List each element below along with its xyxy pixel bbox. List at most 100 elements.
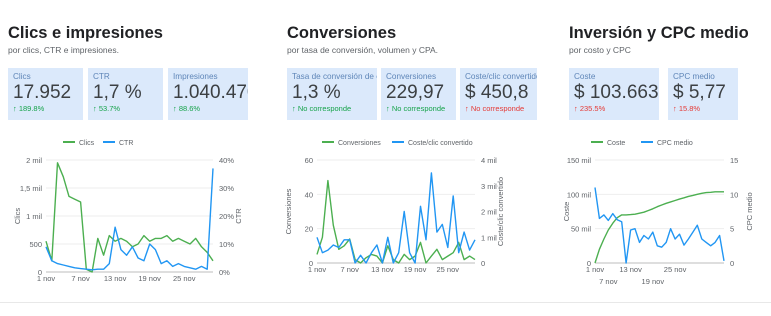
y2-tick-label: 0: [481, 259, 485, 268]
scorecard-value: $ 103.663: [574, 82, 659, 103]
legend-label[interactable]: Coste: [607, 140, 625, 147]
scorecard-value: 1.040.470: [173, 82, 248, 103]
y-tick-label: 500: [29, 240, 42, 249]
scorecard-label: CTR: [93, 72, 110, 81]
y2-tick-label: 40%: [219, 156, 234, 165]
scorecard-label: Conversiones: [386, 72, 437, 81]
scorecard-impresiones[interactable]: Impresiones 1.040.470 ↑ 88.6%: [168, 68, 248, 120]
panel-title: Conversiones: [287, 24, 397, 42]
panel-clicks-impressions: Clics e impresiones por clics, CTR e imp…: [8, 0, 248, 300]
scorecard-value: 1,7 %: [93, 82, 142, 103]
chart-conversions-cpa[interactable]: 020406001 mil2 mil3 mil4 mil1 nov 7 nov 13…: [284, 130, 537, 290]
legend-label[interactable]: CTR: [119, 140, 133, 147]
x-tick-label: 13 nov: [371, 265, 394, 274]
scorecard-label: CPC medio: [673, 72, 715, 81]
x-tick-label: 19 nov: [404, 265, 427, 274]
y2-tick-label: 20%: [219, 212, 234, 221]
y2-tick-label: 3 mil: [481, 182, 497, 191]
scorecard-label: Coste/clic convertido: [465, 72, 537, 81]
y-axis-title: Coste: [562, 202, 571, 222]
x-tick-label: 19 nov: [642, 277, 665, 286]
y2-axis-title: Coste/clic convertido: [496, 177, 505, 246]
x-tick-label: 7 nov: [599, 277, 618, 286]
scorecard-value: $ 5,77: [673, 82, 726, 103]
y-tick-label: 150 mil: [567, 156, 592, 165]
y2-axis-title: CPC medio: [745, 192, 754, 230]
scorecard-change: ↑ No corresponde: [292, 104, 352, 113]
scorecard-clics[interactable]: Clics 17.952 ↑ 189.8%: [8, 68, 83, 120]
y2-tick-label: 10%: [219, 240, 234, 249]
x-tick-label: 25 nov: [436, 265, 459, 274]
legend-label[interactable]: Clics: [79, 140, 95, 147]
x-tick-label: 1 nov: [586, 265, 605, 274]
y2-tick-label: 30%: [219, 184, 234, 193]
x-tick-label: 7 nov: [71, 274, 90, 283]
y-tick-label: 1 mil: [26, 212, 42, 221]
panel-title: Clics e impresiones: [8, 24, 163, 42]
scorecard-change: ↑ No corresponde: [465, 104, 525, 113]
scorecard-conversions[interactable]: Conversiones 229,97 ↑ No corresponde: [381, 68, 456, 120]
y2-tick-label: 0%: [219, 268, 230, 277]
scorecard-change: ↑ 235.5%: [574, 104, 606, 113]
y2-tick-label: 0: [730, 259, 734, 268]
y-tick-label: 100 mil: [567, 190, 592, 199]
scorecard-label: Clics: [13, 72, 31, 81]
y2-axis-title: CTR: [234, 208, 243, 224]
scorecard-change: ↑ 88.6%: [173, 104, 201, 113]
scorecard-change: ↑ 53.7%: [93, 104, 121, 113]
y-axis-title: Conversiones: [284, 188, 293, 234]
scorecard-value: 229,97: [386, 82, 445, 103]
scorecard-ctr[interactable]: CTR 1,7 % ↑ 53.7%: [88, 68, 163, 120]
x-tick-label: 13 nov: [104, 274, 127, 283]
scorecard-value: $ 450,8: [465, 82, 529, 103]
y2-tick-label: 5: [730, 225, 734, 234]
series-line-clics[interactable]: [45, 162, 214, 273]
panel-title: Inversión y CPC medio: [569, 24, 749, 42]
chart-clicks-ctr[interactable]: 05001 mil1,5 mil2 mil0%10%20%30%40%1 nov…: [8, 130, 248, 290]
series-line-coste-clic-convertido[interactable]: [316, 172, 476, 264]
scorecard-cost[interactable]: Coste $ 103.663 ↑ 235.5%: [569, 68, 659, 120]
scorecard-label: Impresiones: [173, 72, 218, 81]
series-line-ctr[interactable]: [45, 168, 214, 271]
x-tick-label: 7 nov: [341, 265, 360, 274]
scorecard-cost-per-conversion[interactable]: Coste/clic convertido $ 450,8 ↑ No corre…: [460, 68, 537, 120]
y-tick-label: 60: [305, 156, 313, 165]
panel-conversions: Conversiones por tasa de conversión, vol…: [284, 0, 537, 300]
y-axis-title: Clics: [13, 208, 22, 224]
scorecard-label: Tasa de conversión de clics: [292, 72, 377, 81]
scorecard-avg-cpc[interactable]: CPC medio $ 5,77 ↑ 15.8%: [668, 68, 738, 120]
x-tick-label: 19 nov: [138, 274, 161, 283]
y2-tick-label: 4 mil: [481, 156, 497, 165]
series-line-conversiones[interactable]: [316, 179, 476, 264]
scorecard-change: ↑ No corresponde: [386, 104, 446, 113]
scorecard-conversion-rate[interactable]: Tasa de conversión de clics 1,3 % ↑ No c…: [287, 68, 377, 120]
x-tick-label: 1 nov: [308, 265, 327, 274]
series-line-coste[interactable]: [594, 191, 724, 264]
bottom-divider: [0, 302, 771, 303]
chart-cost-cpc[interactable]: 050 mil100 mil150 mil0510151 nov7 nov13 …: [562, 130, 759, 290]
y2-tick-label: 10: [730, 190, 738, 199]
scorecard-label: Coste: [574, 72, 596, 81]
scorecard-change: ↑ 189.8%: [13, 104, 45, 113]
y2-tick-label: 15: [730, 156, 738, 165]
x-tick-label: 1 nov: [37, 274, 56, 283]
series-line-cpc-medio[interactable]: [594, 187, 725, 264]
x-tick-label: 25 nov: [664, 265, 687, 274]
y-tick-label: 2 mil: [26, 156, 42, 165]
panel-subtitle: por costo y CPC: [569, 45, 631, 55]
legend-label[interactable]: Conversiones: [338, 140, 381, 147]
legend-label[interactable]: Coste/clic convertido: [408, 140, 473, 147]
panel-subtitle: por tasa de conversión, volumen y CPA.: [287, 45, 439, 55]
panel-subtitle: por clics, CTR e impresiones.: [8, 45, 120, 55]
y-tick-label: 40: [305, 190, 313, 199]
y2-tick-label: 1 mil: [481, 233, 497, 242]
scorecard-value: 17.952: [13, 82, 72, 103]
x-tick-label: 13 nov: [619, 265, 642, 274]
y-tick-label: 20: [305, 225, 313, 234]
y-tick-label: 50 mil: [571, 225, 591, 234]
panel-investment-cpc: Inversión y CPC medio por costo y CPC Co…: [562, 0, 759, 300]
scorecard-change: ↑ 15.8%: [673, 104, 701, 113]
legend-label[interactable]: CPC medio: [657, 140, 693, 147]
scorecard-value: 1,3 %: [292, 82, 341, 103]
y-tick-label: 1,5 mil: [20, 184, 42, 193]
